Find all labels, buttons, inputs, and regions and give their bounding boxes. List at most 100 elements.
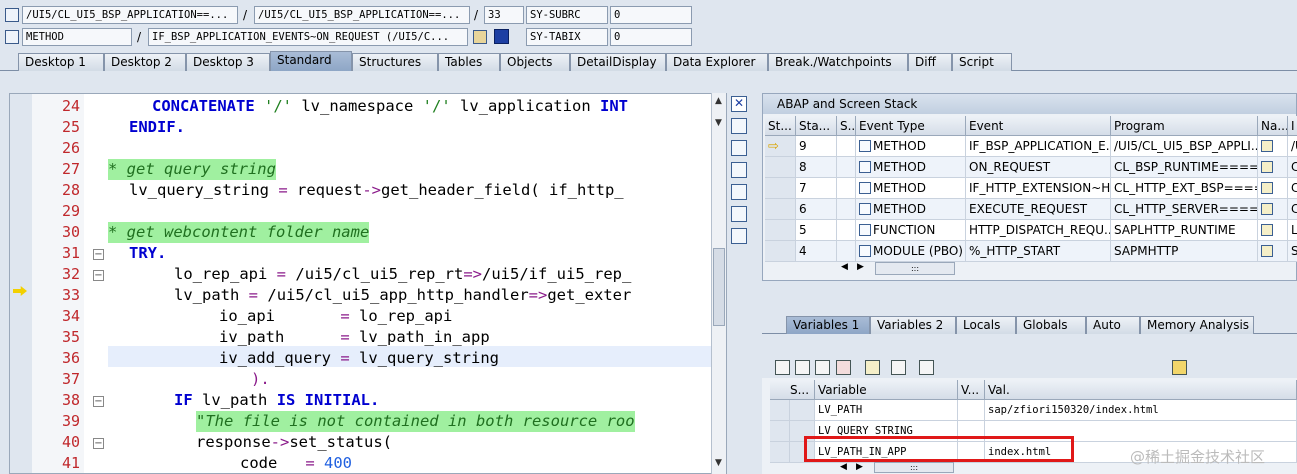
navigate-icon[interactable] [1261, 140, 1273, 152]
program-field[interactable]: /UI5/CL_UI5_BSP_APPLICATION==... [22, 6, 238, 24]
sysvar1-name[interactable]: SY-SUBRC [526, 6, 608, 24]
line-number: 40 [61, 433, 80, 451]
scroll-left-icon[interactable]: ◀ [840, 462, 847, 472]
column-header[interactable]: Event [966, 116, 1111, 136]
new-tool-icon[interactable] [731, 118, 747, 134]
scroll-left-icon[interactable]: ◀ [841, 262, 848, 272]
navigate-icon[interactable] [473, 30, 487, 44]
column-header[interactable]: Event Type [856, 116, 966, 136]
stack-stype [837, 178, 856, 199]
tab-variables-2[interactable]: Variables 2 [870, 316, 956, 334]
scroll-grip[interactable]: ::: [874, 462, 954, 473]
column-header[interactable]: S... [770, 380, 815, 400]
column-header[interactable]: Sta... [796, 116, 837, 136]
services-icon[interactable] [731, 206, 747, 222]
tab-diff[interactable]: Diff [908, 53, 952, 71]
column-header[interactable]: V... [958, 380, 985, 400]
tab-memory-analysis[interactable]: Memory Analysis [1140, 316, 1254, 334]
stack-hscroll[interactable]: ◀ ▶ ::: [839, 262, 1039, 276]
navigate-icon[interactable] [1261, 245, 1273, 257]
scroll-thumb[interactable] [713, 248, 725, 326]
tab-desktop-3[interactable]: Desktop 3 [186, 53, 270, 71]
scroll-right-icon[interactable]: ▶ [857, 262, 864, 272]
filter-icon[interactable] [919, 360, 934, 375]
detail-icon[interactable] [815, 360, 830, 375]
tab-auto[interactable]: Auto [1086, 316, 1140, 334]
watermark: @稀土掘金技术社区 [1130, 448, 1266, 466]
stack-row[interactable]: 8 METHOD ON_REQUEST CL_BSP_RUNTIME====... CL [765, 157, 1297, 178]
stack-stype [837, 157, 856, 178]
tab-globals[interactable]: Globals [1016, 316, 1086, 334]
fold-toggle-icon[interactable]: − [93, 396, 104, 407]
stack-row[interactable]: ⇨ 9 METHOD IF_BSP_APPLICATION_E.../UI5/CL_U… [765, 136, 1297, 157]
breakpoint-gutter[interactable] [10, 94, 32, 473]
navigate-icon[interactable] [1261, 224, 1273, 236]
stack-nav [1258, 178, 1288, 199]
column-header[interactable]: Na... [1258, 116, 1288, 136]
tab-structures[interactable]: Structures [352, 53, 438, 71]
fold-toggle-icon[interactable]: − [93, 270, 104, 281]
stack-row[interactable]: 4 MODULE (PBO) %_HTTP_START SAPMHTTP SA [765, 241, 1297, 262]
stack-row[interactable]: 5 FUNCTION HTTP_DISPATCH_REQU... SAPLHTTP_R… [765, 220, 1297, 241]
variable-row[interactable]: LV_PATH sap/zfiori150320/index.html [770, 400, 1297, 421]
scroll-grip[interactable]: ::: [875, 262, 955, 275]
include-field[interactable]: /UI5/CL_UI5_BSP_APPLICATION==... [254, 6, 470, 24]
tab-script[interactable]: Script [952, 53, 1012, 71]
tab-standard[interactable]: Standard [270, 51, 352, 71]
save-icon[interactable] [1172, 360, 1187, 375]
column-header[interactable]: I [1288, 116, 1297, 136]
tab-tables[interactable]: Tables [438, 53, 500, 71]
stack-row[interactable]: 7 METHOD IF_HTTP_EXTENSION~H... CL_HTTP_EXT… [765, 178, 1297, 199]
code-line: ). [251, 370, 270, 388]
stack-row[interactable]: 6 METHOD EXECUTE_REQUEST CL_HTTP_SERVER====… [765, 199, 1297, 220]
list-icon[interactable] [795, 360, 810, 375]
move-icon[interactable] [891, 360, 906, 375]
resize-icon[interactable] [731, 184, 747, 200]
scroll-down-icon[interactable]: ▼ [715, 118, 722, 128]
maximize-icon[interactable] [731, 162, 747, 178]
tab-desktop-1[interactable]: Desktop 1 [18, 53, 104, 71]
column-header[interactable]: Program [1111, 116, 1258, 136]
column-header[interactable]: St... [765, 116, 796, 136]
column-header[interactable]: Val. [985, 380, 1297, 400]
tab-variables-1[interactable]: Variables 1 [786, 316, 870, 334]
navigate-icon[interactable] [1261, 182, 1273, 194]
line-field[interactable]: 33 [484, 6, 524, 24]
method-icon [859, 245, 871, 257]
column-header[interactable]: Variable [815, 380, 958, 400]
fold-toggle-icon[interactable]: − [93, 249, 104, 260]
swap-tool-icon[interactable] [731, 140, 747, 156]
sysvar1-value[interactable]: 0 [610, 6, 692, 24]
delete-icon[interactable] [775, 360, 790, 375]
row-selector [770, 421, 790, 442]
scroll-right-icon[interactable]: ▶ [856, 462, 863, 472]
close-icon[interactable]: ✕ [731, 96, 747, 112]
fold-toggle-icon[interactable]: − [93, 438, 104, 449]
event-type-field[interactable]: METHOD [22, 28, 132, 46]
tab-locals[interactable]: Locals [956, 316, 1016, 334]
editor-vertical-scrollbar[interactable]: ▲ ▼ ▼ [711, 93, 726, 474]
code-line: lo_rep_api = /ui5/cl_ui5_rep_rt=>/ui5/if… [174, 265, 632, 283]
settings-icon[interactable] [731, 228, 747, 244]
scroll-up-icon[interactable]: ▲ [715, 96, 722, 106]
source-code-editor[interactable]: 24 25 26 27 28 29 30 31 32 33 34 35 36 3… [9, 93, 727, 474]
sysvar2-value[interactable]: 0 [610, 28, 692, 46]
export-icon[interactable] [836, 360, 851, 375]
line-number: 39 [61, 412, 80, 430]
tab-objects[interactable]: Objects [500, 53, 570, 71]
column-header[interactable]: S... [837, 116, 856, 136]
hierarchy-icon[interactable] [865, 360, 880, 375]
tab-data-explorer[interactable]: Data Explorer [666, 53, 768, 71]
navigate-icon[interactable] [1261, 161, 1273, 173]
tab-break-watchpoints[interactable]: Break./Watchpoints [768, 53, 908, 71]
event-field[interactable]: IF_BSP_APPLICATION_EVENTS~ON_REQUEST (/U… [148, 28, 468, 46]
navigate-icon[interactable] [1261, 203, 1273, 215]
variable-value[interactable]: sap/zfiori150320/index.html [985, 400, 1297, 421]
tab-detaildisplay[interactable]: DetailDisplay [570, 53, 666, 71]
variables-hscroll[interactable]: ◀ ▶ ::: [838, 462, 1038, 474]
info-icon[interactable] [494, 29, 509, 44]
tab-desktop-2[interactable]: Desktop 2 [104, 53, 186, 71]
stack-program-text: SAPMHTTP [1114, 244, 1179, 258]
scroll-down-icon[interactable]: ▼ [715, 458, 722, 468]
sysvar2-name[interactable]: SY-TABIX [526, 28, 608, 46]
